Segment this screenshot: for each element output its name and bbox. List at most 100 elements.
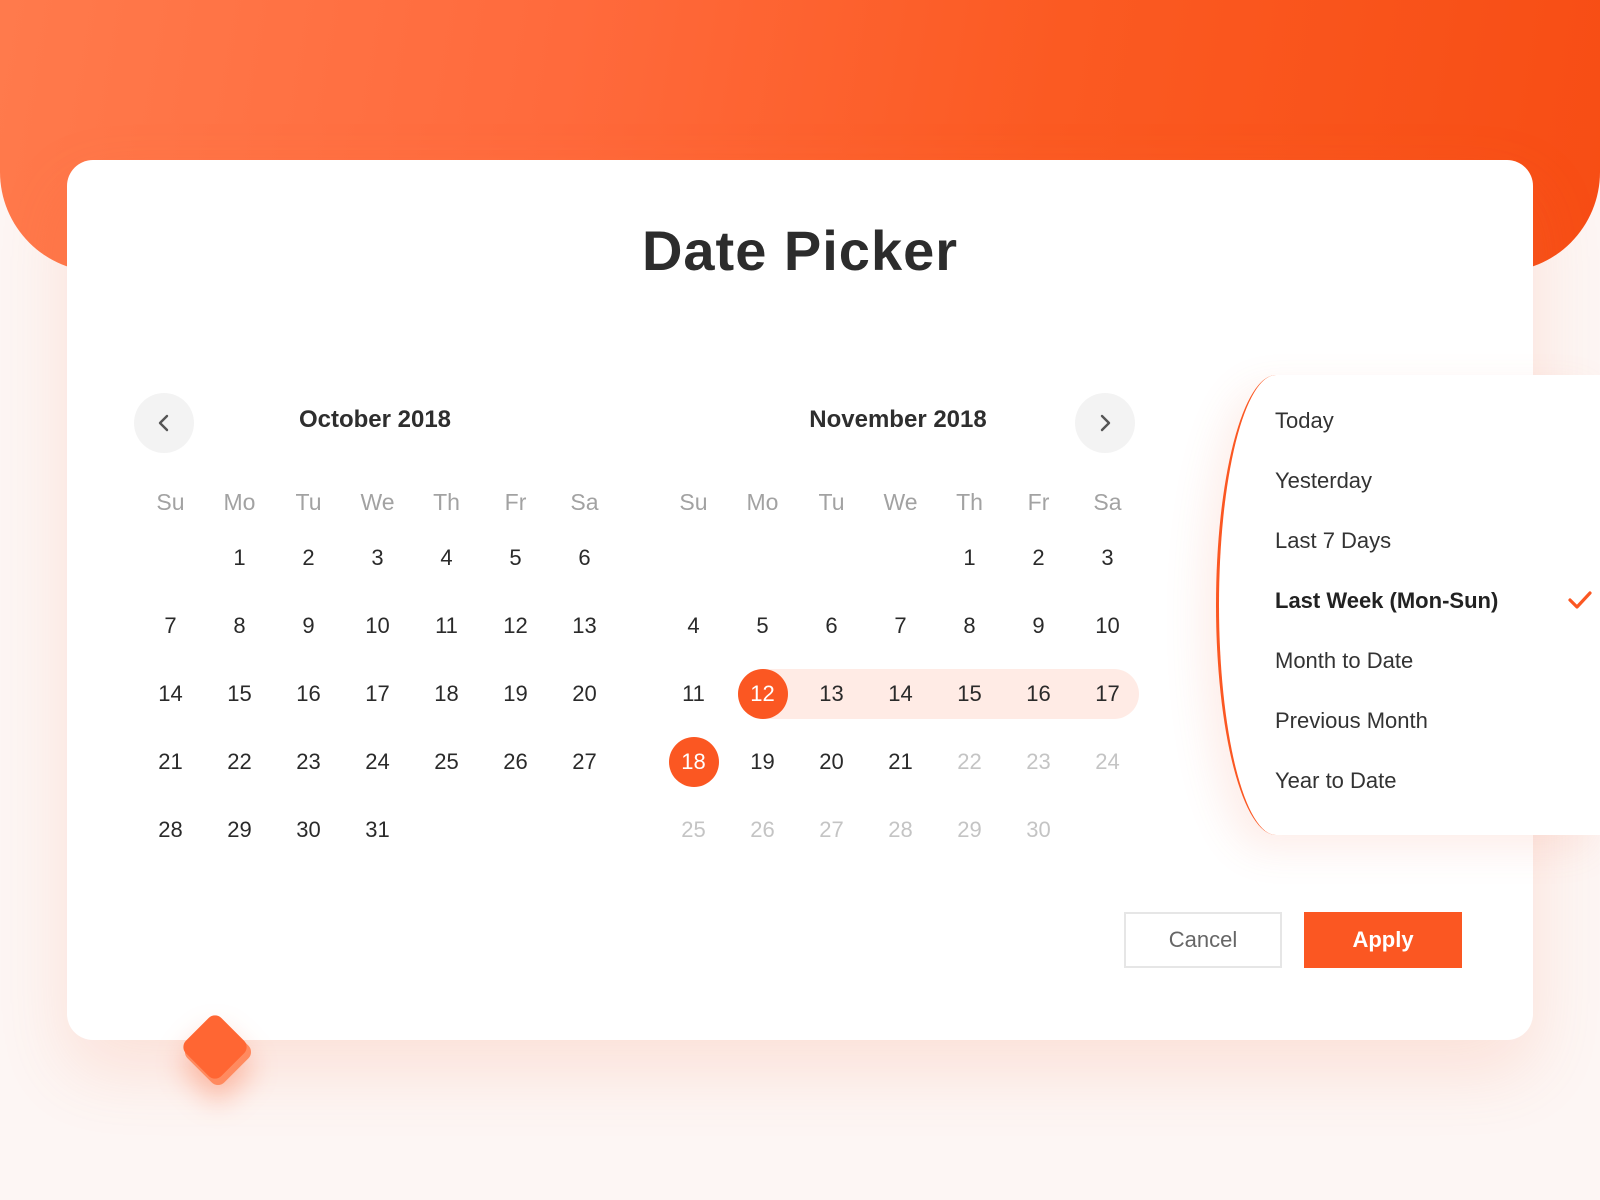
day-cell[interactable]: 17: [1073, 681, 1142, 707]
day-cell[interactable]: 24: [1073, 749, 1142, 775]
day-cell[interactable]: 3: [343, 545, 412, 571]
selected-day-marker: 12: [737, 669, 788, 719]
week-row: 18 19 20 21 22 23 24: [659, 728, 1142, 796]
day-cell[interactable]: 18: [659, 737, 728, 787]
day-cell[interactable]: 16: [1004, 681, 1073, 707]
weekday-header-row: Su Mo Tu We Th Fr Sa: [659, 480, 1142, 524]
day-cell[interactable]: 8: [205, 613, 274, 639]
selected-day-marker: 18: [668, 737, 719, 787]
day-cell[interactable]: 10: [1073, 613, 1142, 639]
day-cell[interactable]: 15: [205, 681, 274, 707]
week-row: 4 5 6 7 8 9 10: [659, 592, 1142, 660]
day-cell[interactable]: 1: [205, 545, 274, 571]
day-cell[interactable]: 1: [935, 545, 1004, 571]
day-cell[interactable]: 27: [550, 749, 619, 775]
weekday-header-row: Su Mo Tu We Th Fr Sa: [136, 480, 619, 524]
day-cell[interactable]: 9: [274, 613, 343, 639]
day-cell[interactable]: 22: [935, 749, 1004, 775]
preset-item[interactable]: Today: [1275, 391, 1595, 451]
preset-item[interactable]: Last Week (Mon-Sun): [1275, 571, 1595, 631]
day-cell[interactable]: 2: [274, 545, 343, 571]
day-cell[interactable]: 12: [481, 613, 550, 639]
day-cell[interactable]: 11: [659, 681, 728, 707]
day-cell[interactable]: 19: [728, 749, 797, 775]
chevron-right-icon: [1100, 414, 1111, 432]
day-cell[interactable]: 28: [136, 817, 205, 843]
day-cell[interactable]: 2: [1004, 545, 1073, 571]
day-cell[interactable]: 23: [274, 749, 343, 775]
chevron-left-icon: [158, 414, 169, 432]
day-cell[interactable]: 6: [797, 613, 866, 639]
preset-label: Year to Date: [1275, 768, 1397, 793]
day-cell[interactable]: 29: [205, 817, 274, 843]
day-cell[interactable]: 13: [797, 681, 866, 707]
day-cell[interactable]: 29: [935, 817, 1004, 843]
calendar-november: Su Mo Tu We Th Fr Sa 1 2 3 4 5 6 7 8 9 10 11 12 13 14 15 16 17 1…: [659, 480, 1142, 864]
weekday-label: Su: [679, 488, 708, 515]
day-cell[interactable]: 25: [659, 817, 728, 843]
day-cell[interactable]: 8: [935, 613, 1004, 639]
apply-button[interactable]: Apply: [1304, 912, 1462, 968]
day-cell[interactable]: 21: [866, 749, 935, 775]
next-month-button[interactable]: [1075, 393, 1135, 453]
weekday-label: We: [360, 488, 395, 515]
preset-label: Last Week (Mon-Sun): [1275, 588, 1499, 613]
day-cell[interactable]: 30: [1004, 817, 1073, 843]
week-row: 123: [659, 524, 1142, 592]
preset-label: Yesterday: [1275, 468, 1373, 493]
day-cell[interactable]: 16: [274, 681, 343, 707]
calendar-october: Su Mo Tu We Th Fr Sa 1 2 3 4 5 6 7 8 9 10 11 12 13 14 15 16 17 1…: [136, 480, 619, 864]
day-cell[interactable]: 17: [343, 681, 412, 707]
day-cell[interactable]: 23: [1004, 749, 1073, 775]
day-cell[interactable]: 10: [343, 613, 412, 639]
preset-item[interactable]: Month to Date: [1275, 631, 1595, 691]
day-cell[interactable]: 26: [481, 749, 550, 775]
preset-label: Month to Date: [1275, 648, 1414, 673]
day-cell[interactable]: 25: [412, 749, 481, 775]
day-cell[interactable]: 3: [1073, 545, 1142, 571]
day-cell[interactable]: 21: [136, 749, 205, 775]
day-cell[interactable]: 11: [412, 613, 481, 639]
day-cell[interactable]: 14: [866, 681, 935, 707]
day-cell[interactable]: 4: [412, 545, 481, 571]
weekday-label: Tu: [818, 488, 845, 515]
day-cell[interactable]: 5: [728, 613, 797, 639]
weekday-label: Sa: [570, 488, 599, 515]
cancel-button[interactable]: Cancel: [1124, 912, 1282, 968]
day-cell[interactable]: 15: [935, 681, 1004, 707]
preset-item[interactable]: Yesterday: [1275, 451, 1595, 511]
day-cell[interactable]: 6: [550, 545, 619, 571]
day-cell[interactable]: 20: [797, 749, 866, 775]
decorative-diamond: [183, 1015, 252, 1086]
day-cell[interactable]: 31: [343, 817, 412, 843]
day-cell[interactable]: 18: [412, 681, 481, 707]
preset-item[interactable]: Last 7 Days: [1275, 511, 1595, 571]
day-cell[interactable]: 14: [136, 681, 205, 707]
preset-label: Today: [1275, 408, 1334, 433]
preset-item[interactable]: Previous Month: [1275, 691, 1595, 751]
day-cell[interactable]: 4: [659, 613, 728, 639]
day-cell[interactable]: 7: [136, 613, 205, 639]
day-cell[interactable]: 19: [481, 681, 550, 707]
day-cell[interactable]: 20: [550, 681, 619, 707]
prev-month-button[interactable]: [134, 393, 194, 453]
day-cell[interactable]: 9: [1004, 613, 1073, 639]
day-cell[interactable]: 13: [550, 613, 619, 639]
preset-ranges-panel: Today Yesterday Last 7 Days Last Week (Mon-…: [1216, 375, 1600, 835]
day-cell[interactable]: 5: [481, 545, 550, 571]
day-cell[interactable]: 27: [797, 817, 866, 843]
month-title-november: November 2018: [809, 406, 987, 433]
weekday-label: Fr: [504, 488, 527, 515]
preset-item[interactable]: Year to Date: [1275, 751, 1595, 811]
week-row: 25 26 27 28 29 30: [659, 796, 1142, 864]
week-row: 123456: [136, 524, 619, 592]
day-cell[interactable]: 7: [866, 613, 935, 639]
day-cell[interactable]: 30: [274, 817, 343, 843]
day-cell[interactable]: 22: [205, 749, 274, 775]
day-cell[interactable]: 24: [343, 749, 412, 775]
day-cell[interactable]: 26: [728, 817, 797, 843]
weekday-label: Tu: [295, 488, 322, 515]
day-cell[interactable]: 12: [728, 669, 797, 719]
day-cell[interactable]: 28: [866, 817, 935, 843]
week-row: 11 12 13 14 15 16 17: [659, 660, 1142, 728]
